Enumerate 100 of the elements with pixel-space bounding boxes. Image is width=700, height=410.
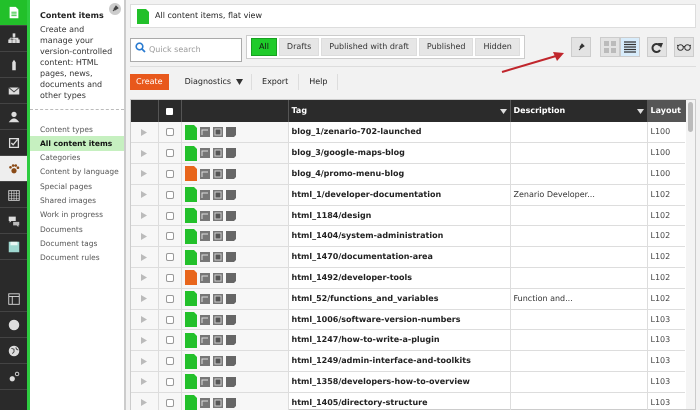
tag-cell: html_1492/developer-tools	[292, 272, 412, 282]
row-checkbox[interactable]	[166, 316, 174, 324]
layout-cell: L103	[650, 314, 670, 324]
layout-cell: L102	[650, 190, 670, 199]
select-all-checkbox[interactable]	[166, 108, 173, 114]
row-checkbox[interactable]	[166, 232, 174, 240]
layout-cell: L103	[650, 335, 670, 344]
calendar-icon	[6, 188, 20, 202]
tag-cell: html_52/functions_and_variables	[292, 294, 438, 303]
search-field[interactable]: Quick search	[130, 38, 242, 62]
row-checkbox[interactable]	[166, 149, 174, 158]
frame-icon[interactable]	[212, 376, 222, 387]
tag-cell: html_1249/admin-interface-and-toolkits	[292, 356, 471, 366]
grid-icon	[604, 41, 616, 53]
frame-icon[interactable]	[212, 252, 222, 262]
search-icon	[135, 42, 146, 53]
list-view-button[interactable]	[620, 37, 640, 57]
document-icon[interactable]	[226, 231, 236, 242]
sort-icon[interactable]	[636, 108, 644, 114]
column-header[interactable]: Tag	[292, 105, 308, 117]
row-checkbox[interactable]	[166, 294, 174, 303]
layout-cell: L103	[650, 398, 670, 407]
tag-cell: html_1247/how-to-write-a-plugin	[292, 335, 440, 344]
document-icon[interactable]	[226, 127, 236, 138]
toolbar-button[interactable]: Export	[252, 74, 300, 90]
document-icon[interactable]	[226, 168, 236, 179]
layout-cell: L103	[650, 376, 670, 386]
glasses-button[interactable]	[674, 37, 694, 57]
document-icon[interactable]	[226, 252, 236, 262]
tag-cell: html_1404/system-administration	[292, 231, 444, 240]
sort-icon[interactable]	[500, 108, 506, 114]
layout-cell: L103	[650, 356, 670, 366]
list-icon	[624, 41, 636, 53]
filter-tab[interactable]: All	[251, 38, 277, 56]
row-checkbox[interactable]	[166, 212, 174, 220]
row-checkbox[interactable]	[166, 398, 174, 407]
glasses-icon	[677, 43, 691, 51]
dropdown-button[interactable]: Diagnostics	[176, 74, 252, 90]
document-icon[interactable]	[226, 376, 236, 387]
filter-tab[interactable]: Published with draft	[321, 38, 417, 56]
row-checkbox[interactable]	[166, 170, 174, 178]
row-checkbox[interactable]	[166, 357, 174, 366]
layout-cell: L102	[650, 231, 670, 240]
document-icon[interactable]	[226, 398, 236, 408]
tag-cell: html_1/developer-documentation	[292, 190, 442, 199]
sidebar-description: Create and manage your version-controlled content: HTML pages, news, documents and other types	[40, 24, 114, 101]
column-header[interactable]: Description	[514, 105, 566, 117]
tag-cell: html_1184/design	[292, 210, 372, 220]
circle-icon	[6, 318, 20, 332]
frame-icon[interactable]	[212, 210, 222, 221]
create-button[interactable]: Create	[130, 74, 169, 90]
row-checkbox[interactable]	[166, 253, 174, 262]
frame-icon[interactable]	[212, 168, 222, 179]
breadcrumb-text: All content items, flat view	[155, 10, 262, 22]
document-icon[interactable]	[226, 190, 236, 200]
frame-icon[interactable]	[212, 314, 222, 325]
document-icon[interactable]	[226, 272, 236, 283]
frame-icon[interactable]	[212, 231, 222, 242]
row-checkbox[interactable]	[166, 128, 174, 136]
toolbar-button[interactable]: Help	[299, 74, 338, 90]
row-checkbox[interactable]	[166, 190, 174, 199]
filter-tab[interactable]: Hidden	[475, 38, 520, 56]
refresh-icon	[651, 42, 663, 52]
frame-icon[interactable]	[212, 398, 222, 408]
scrollbar[interactable]	[686, 100, 694, 409]
document-icon[interactable]	[226, 356, 236, 366]
pin-button[interactable]	[571, 37, 591, 57]
layout-cell: L100	[650, 168, 670, 178]
frame-icon[interactable]	[212, 190, 222, 200]
frame-icon[interactable]	[212, 356, 222, 366]
sidebar-title: Content items	[40, 10, 105, 22]
layout-cell: L102	[650, 272, 670, 282]
checkbox-icon	[6, 136, 20, 150]
tag-cell: blog_4/promo-menu-blog	[292, 168, 404, 178]
refresh-button[interactable]	[647, 37, 667, 57]
row-checkbox[interactable]	[166, 274, 174, 282]
document-icon[interactable]	[226, 148, 236, 158]
tag-cell: blog_1/zenario-702-launched	[292, 127, 422, 136]
row-checkbox[interactable]	[166, 336, 174, 344]
annotation-arrow	[500, 50, 566, 74]
tag-cell: html_1405/directory-structure	[292, 398, 428, 407]
sitemap-icon	[6, 32, 20, 46]
filter-tab[interactable]: Drafts	[278, 38, 320, 56]
row-checkbox[interactable]	[166, 378, 174, 386]
filter-tab[interactable]: Published	[418, 38, 474, 56]
frame-icon[interactable]	[212, 294, 222, 304]
page-icon	[6, 6, 20, 20]
document-icon[interactable]	[226, 294, 236, 304]
frame-icon[interactable]	[212, 148, 222, 158]
frame-icon[interactable]	[212, 335, 222, 346]
rail-button[interactable]	[0, 156, 27, 182]
document-icon[interactable]	[226, 335, 236, 346]
document-icon[interactable]	[226, 314, 236, 325]
rail-button[interactable]	[0, 0, 27, 26]
layout-cell: L100	[650, 127, 670, 136]
frame-icon[interactable]	[212, 127, 222, 138]
frame-icon[interactable]	[212, 272, 222, 283]
document-icon[interactable]	[226, 210, 236, 221]
pin-icon[interactable]	[109, 3, 121, 15]
chat-icon	[6, 214, 20, 228]
